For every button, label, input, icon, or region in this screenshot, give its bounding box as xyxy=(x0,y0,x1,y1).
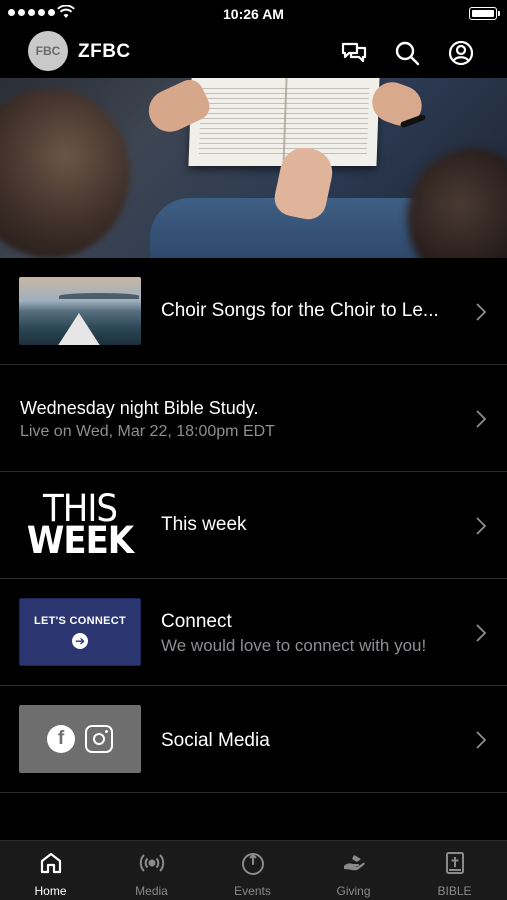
this-week-thumbnail: THIS WEEK xyxy=(19,491,141,559)
item-title: Wednesday night Bible Study. xyxy=(20,398,259,418)
app-header: FBC ZFBC xyxy=(0,28,507,78)
profile-icon[interactable] xyxy=(447,39,475,67)
item-title: This week xyxy=(161,514,247,535)
thumb-line-2: WEEK xyxy=(26,518,134,559)
home-icon xyxy=(40,852,61,874)
status-time: 10:26 AM xyxy=(223,6,284,22)
chat-icon[interactable] xyxy=(340,39,368,67)
instagram-icon xyxy=(85,725,113,753)
social-media-thumbnail: f xyxy=(19,705,141,773)
lets-connect-thumbnail: LET'S CONNECT ➔ xyxy=(19,598,141,666)
thumb-text: LET'S CONNECT xyxy=(33,615,127,627)
facebook-icon: f xyxy=(47,725,75,753)
chevron-right-icon xyxy=(476,624,487,642)
logo-text: FBC xyxy=(35,44,61,58)
item-title: Connect xyxy=(161,611,232,632)
list-item-this-week[interactable]: THIS WEEK This week xyxy=(0,472,507,579)
chevron-right-icon xyxy=(476,410,487,428)
bible-icon xyxy=(445,852,464,874)
church-logo[interactable]: FBC xyxy=(28,31,68,71)
tab-giving[interactable]: Giving xyxy=(303,841,404,900)
list-item-bible-study[interactable]: Wednesday night Bible Study. Live on Wed… xyxy=(0,365,507,472)
tab-bar: Home Media Events Giving BIBLE xyxy=(0,840,507,900)
lake-kayak-thumbnail xyxy=(19,277,141,345)
tab-label: Home xyxy=(34,884,67,898)
tab-events[interactable]: Events xyxy=(202,841,303,900)
item-title: Choir Songs for the Choir to Le... xyxy=(161,300,439,321)
tab-label: Giving xyxy=(336,884,371,898)
tab-home[interactable]: Home xyxy=(0,841,101,900)
arrow-right-icon: ➔ xyxy=(72,633,88,649)
tab-label: Events xyxy=(234,884,271,898)
tab-bible[interactable]: BIBLE xyxy=(404,841,505,900)
app-title: ZFBC xyxy=(78,41,131,62)
item-subtitle: We would love to connect with you! xyxy=(161,636,427,655)
item-subtitle: Live on Wed, Mar 22, 18:00pm EDT xyxy=(20,423,275,440)
list-item-choir-songs[interactable]: Choir Songs for the Choir to Le... xyxy=(0,258,507,365)
chevron-right-icon xyxy=(476,303,487,321)
tab-label: Media xyxy=(135,884,168,898)
battery-icon xyxy=(469,7,500,20)
tab-label: BIBLE xyxy=(437,884,472,898)
broadcast-icon xyxy=(139,854,164,872)
tab-media[interactable]: Media xyxy=(101,841,202,900)
status-bar: 10:26 AM xyxy=(0,0,507,28)
events-icon xyxy=(241,853,264,875)
giving-icon xyxy=(343,855,365,871)
hero-banner-image xyxy=(0,78,507,258)
chevron-right-icon xyxy=(476,731,487,749)
item-title: Social Media xyxy=(161,730,270,751)
list-item-social-media[interactable]: f Social Media xyxy=(0,686,507,793)
search-icon[interactable] xyxy=(393,39,421,67)
list-item-connect[interactable]: LET'S CONNECT ➔ Connect We would love to… xyxy=(0,579,507,686)
chevron-right-icon xyxy=(476,517,487,535)
